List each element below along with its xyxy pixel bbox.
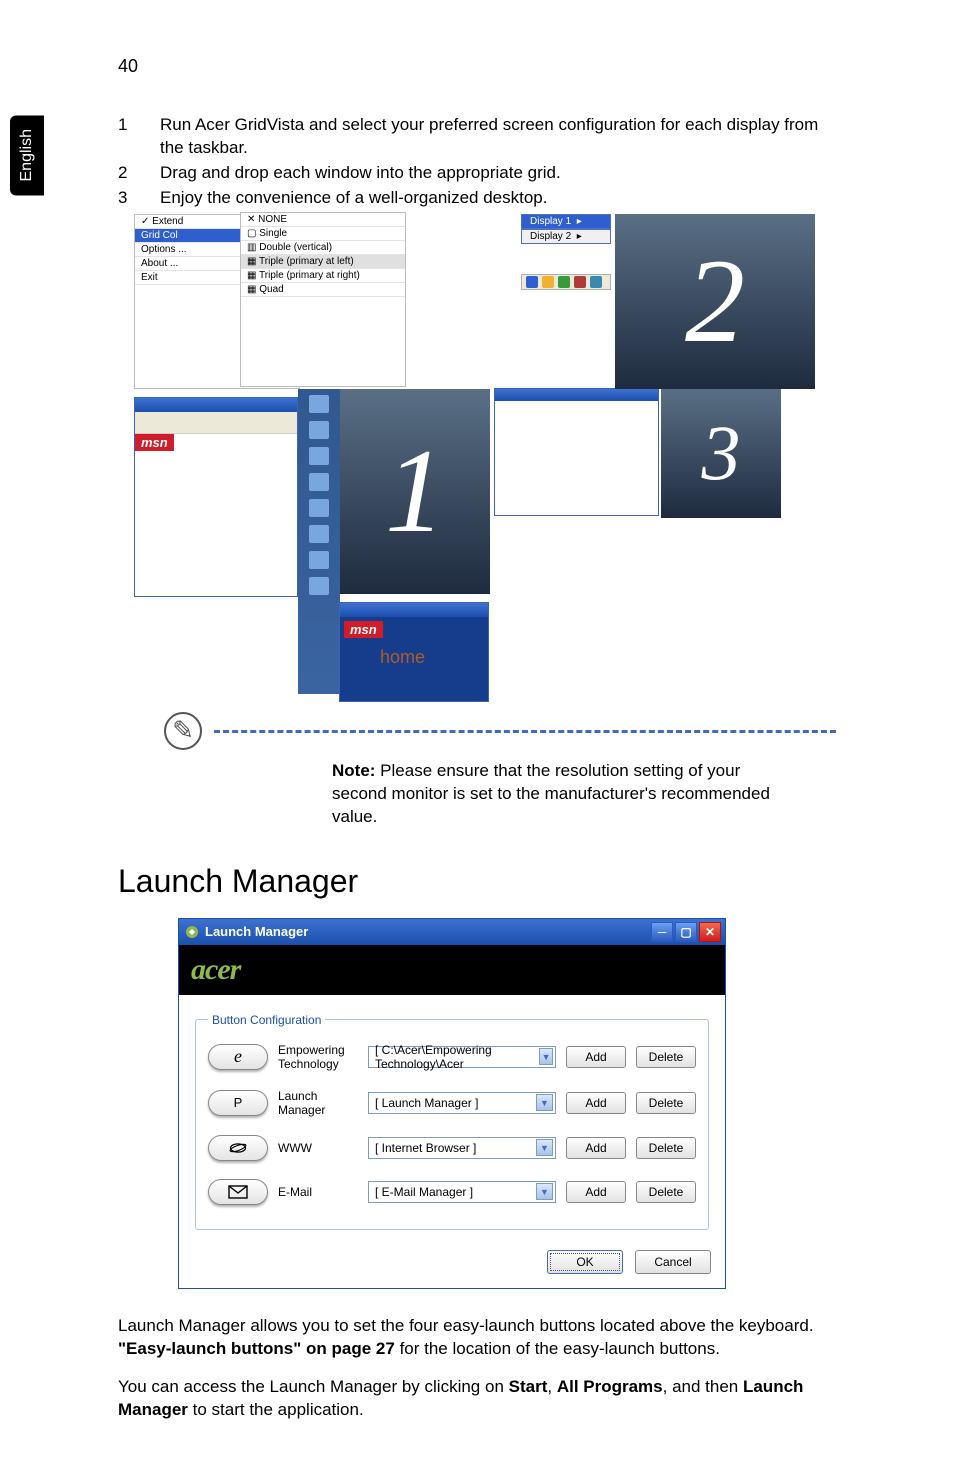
add-button[interactable]: Add	[566, 1046, 626, 1068]
steps-list: 1Run Acer GridVista and select your pref…	[118, 114, 836, 210]
maximize-button[interactable]: ▢	[675, 922, 697, 942]
window-title: Launch Manager	[205, 924, 308, 939]
note-divider	[214, 730, 836, 733]
step-1: 1Run Acer GridVista and select your pref…	[118, 114, 836, 160]
note-text: Note: Please ensure that the resolution …	[332, 760, 836, 829]
gridvista-layout-submenu: ✕ NONE ▢ Single ▥ Double (vertical) ▦ Tr…	[240, 212, 406, 387]
grid-region-1: 1	[340, 389, 490, 594]
key-mail-icon	[208, 1179, 268, 1205]
config-row-email: E-Mail [ E-Mail Manager ]▼ Add Delete	[208, 1179, 696, 1205]
chevron-down-icon[interactable]: ▼	[536, 1094, 553, 1111]
path-select[interactable]: [ C:\Acer\Empowering Technology\Acer▼	[368, 1046, 556, 1068]
minimize-button[interactable]: ─	[651, 922, 673, 942]
titlebar: Launch Manager ─ ▢ ✕	[179, 919, 725, 945]
display-2-label: Display 2 ▸	[521, 229, 611, 244]
step-text: Drag and drop each window into the appro…	[160, 162, 561, 185]
add-button[interactable]: Add	[566, 1092, 626, 1114]
step-text: Run Acer GridVista and select your prefe…	[160, 114, 836, 160]
grid-region-3: 3	[661, 388, 781, 518]
step-2: 2Drag and drop each window into the appr…	[118, 162, 836, 185]
grid-region-2: 2	[615, 214, 815, 389]
config-row-launch-manager: P Launch Manager [ Launch Manager ]▼ Add…	[208, 1089, 696, 1117]
add-button[interactable]: Add	[566, 1181, 626, 1203]
mini-browser-blue: msn home	[339, 602, 489, 702]
add-button[interactable]: Add	[566, 1137, 626, 1159]
button-configuration-group: Button Configuration e EmpoweringTechnol…	[195, 1013, 709, 1230]
tray-icons	[521, 274, 611, 290]
launcher-strip	[298, 389, 340, 694]
row-label: E-Mail	[278, 1185, 358, 1199]
step-text: Enjoy the convenience of a well-organize…	[160, 187, 547, 210]
step-num: 2	[118, 162, 160, 185]
delete-button[interactable]: Delete	[636, 1181, 696, 1203]
row-label: Launch Manager	[278, 1089, 358, 1117]
path-select[interactable]: [ E-Mail Manager ]▼	[368, 1181, 556, 1203]
note-icon: ✎	[164, 712, 202, 750]
path-select[interactable]: [ Launch Manager ]▼	[368, 1092, 556, 1114]
body-paragraph-1: Launch Manager allows you to set the fou…	[118, 1315, 836, 1361]
config-row-empowering: e EmpoweringTechnology [ C:\Acer\Empower…	[208, 1043, 696, 1071]
mini-browser-left: msn	[134, 397, 298, 597]
chevron-down-icon[interactable]: ▼	[536, 1139, 553, 1156]
app-icon	[185, 925, 199, 939]
step-num: 1	[118, 114, 160, 160]
launch-manager-window: Launch Manager ─ ▢ ✕ acer Button Configu…	[178, 918, 726, 1289]
delete-button[interactable]: Delete	[636, 1092, 696, 1114]
display-1-label: Display 1 ▸	[521, 214, 611, 229]
config-row-www: WWW [ Internet Browser ]▼ Add Delete	[208, 1135, 696, 1161]
ok-button[interactable]: OK	[547, 1250, 623, 1274]
row-label: WWW	[278, 1141, 358, 1155]
launch-manager-heading: Launch Manager	[118, 863, 836, 900]
chevron-down-icon[interactable]: ▼	[539, 1048, 553, 1065]
close-button[interactable]: ✕	[699, 922, 721, 942]
delete-button[interactable]: Delete	[636, 1137, 696, 1159]
group-legend: Button Configuration	[208, 1013, 325, 1027]
path-select[interactable]: [ Internet Browser ]▼	[368, 1137, 556, 1159]
page-number: 40	[118, 56, 138, 77]
step-num: 3	[118, 187, 160, 210]
chevron-down-icon[interactable]: ▼	[536, 1183, 553, 1200]
key-e-icon: e	[208, 1044, 268, 1070]
key-www-icon	[208, 1135, 268, 1161]
mini-browser	[494, 388, 659, 516]
brand-header: acer	[179, 945, 725, 995]
acer-logo: acer	[191, 953, 240, 986]
delete-button[interactable]: Delete	[636, 1046, 696, 1068]
row-label: EmpoweringTechnology	[278, 1043, 358, 1071]
body-paragraph-2: You can access the Launch Manager by cli…	[118, 1376, 836, 1422]
gridvista-screenshot: ✓ Extend Grid Col Options ... About ... …	[134, 214, 836, 702]
cancel-button[interactable]: Cancel	[635, 1250, 711, 1274]
key-p-icon: P	[208, 1090, 268, 1116]
language-tab: English	[10, 115, 44, 195]
step-3: 3Enjoy the convenience of a well-organiz…	[118, 187, 836, 210]
